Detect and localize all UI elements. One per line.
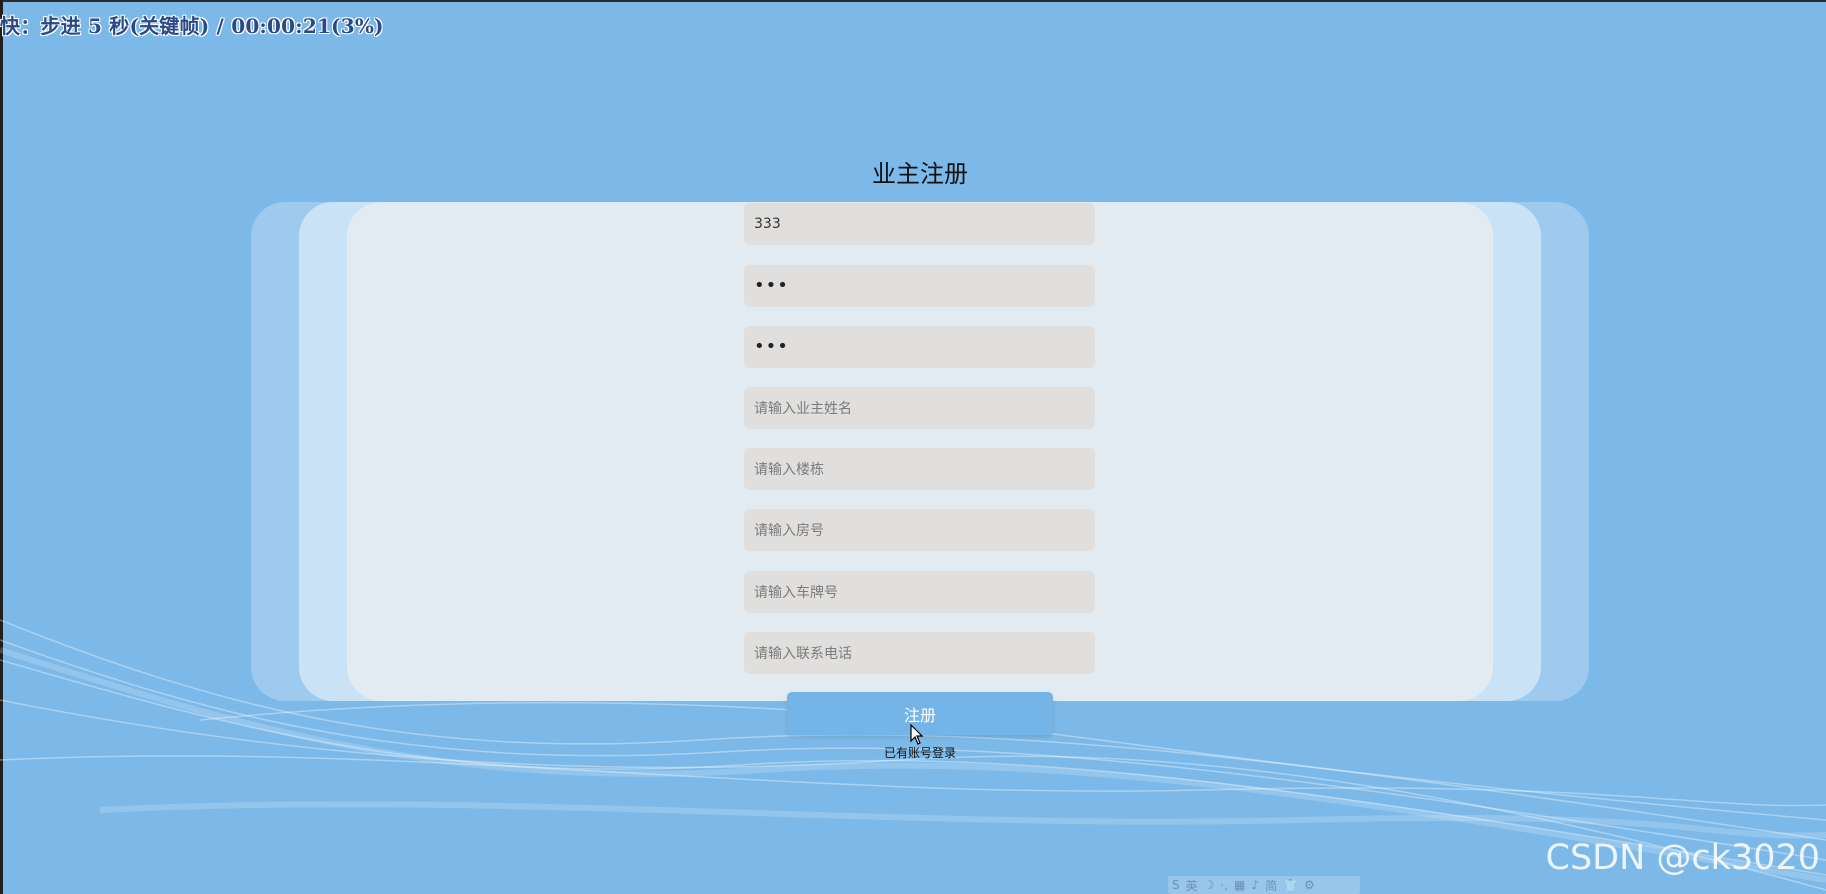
owner-name-input[interactable]: 请输入业主姓名 (744, 387, 1095, 429)
page-title: 业主注册 (872, 160, 968, 188)
username-value: 333 (754, 216, 781, 232)
ime-punctuation-icon[interactable]: ·, (1220, 878, 1228, 892)
building-placeholder: 请输入楼栋 (754, 462, 824, 478)
password-masked-value: ••• (754, 275, 789, 296)
room-number-input[interactable]: 请输入房号 (744, 509, 1095, 551)
phone-input[interactable]: 请输入联系电话 (744, 632, 1095, 674)
ime-language-toggle[interactable]: 英 (1186, 877, 1198, 894)
ime-keyboard-icon[interactable]: ▦ (1234, 878, 1245, 892)
ime-toolbar[interactable]: S 英 ☽ ·, ▦ ♪ 简 👕 ⚙ (1168, 876, 1360, 894)
phone-placeholder: 请输入联系电话 (754, 646, 852, 662)
owner-name-placeholder: 请输入业主姓名 (754, 401, 852, 417)
ime-moon-icon[interactable]: ☽ (1204, 878, 1215, 892)
ime-skin-icon[interactable]: 👕 (1283, 878, 1298, 892)
license-plate-placeholder: 请输入车牌号 (754, 585, 838, 601)
license-plate-input[interactable]: 请输入车牌号 (744, 571, 1095, 613)
ime-settings-icon[interactable]: ⚙ (1304, 878, 1315, 892)
ime-voice-icon[interactable]: ♪ (1251, 878, 1259, 892)
existing-account-login-link[interactable]: 已有账号登录 (0, 744, 1826, 761)
ime-simplified-toggle[interactable]: 简 (1265, 877, 1277, 894)
mouse-cursor-icon (910, 724, 924, 745)
confirm-password-input[interactable]: ••• (744, 326, 1095, 368)
video-status-overlay: 快：步进 5 秒(关键帧) / 00:00:21(3%) (0, 14, 384, 38)
confirm-password-masked-value: ••• (754, 336, 789, 357)
building-input[interactable]: 请输入楼栋 (744, 448, 1095, 490)
username-input[interactable]: 333 (744, 203, 1095, 245)
room-number-placeholder: 请输入房号 (754, 523, 824, 539)
csdn-watermark: CSDN @ck3020 (1545, 838, 1821, 878)
register-button-label: 注册 (903, 705, 936, 725)
password-input[interactable]: ••• (744, 265, 1095, 307)
ime-logo-icon[interactable]: S (1172, 878, 1180, 892)
